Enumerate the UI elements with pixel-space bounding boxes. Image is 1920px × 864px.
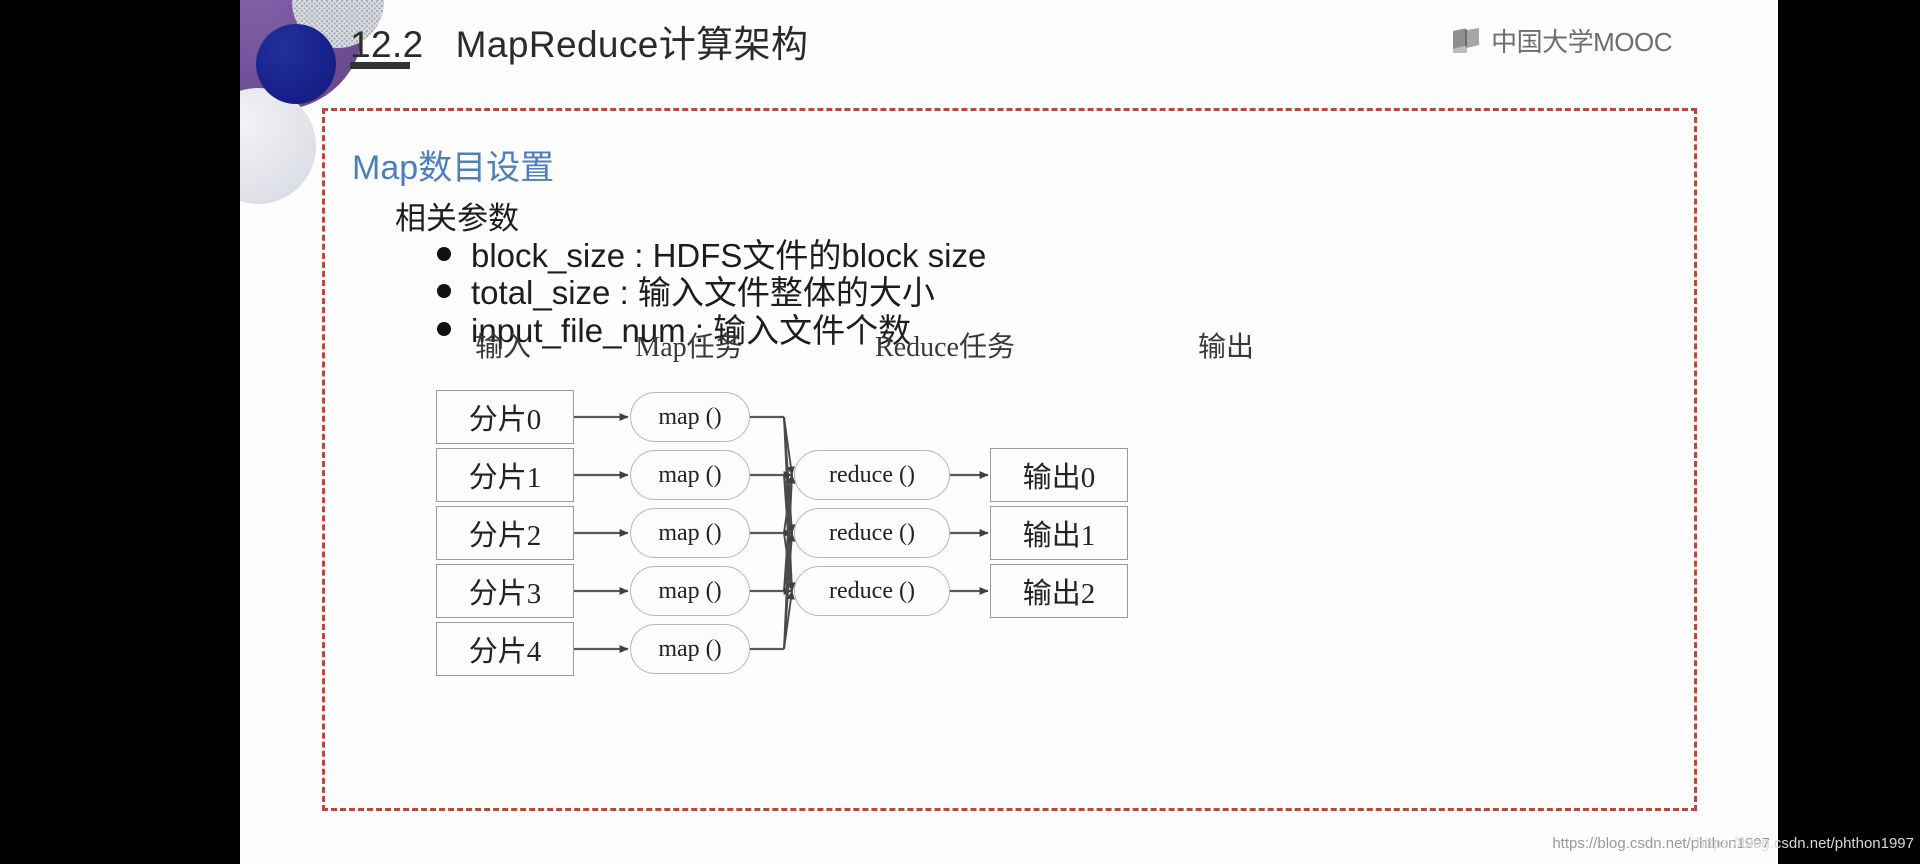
bullet-dot-icon	[437, 247, 451, 261]
page-title-number: 12.2	[350, 24, 424, 65]
list-item: total_size : 输入文件整体的大小	[437, 274, 986, 312]
input-node-2[interactable]: 分片2	[436, 506, 574, 560]
column-header-map: Map任务	[635, 332, 743, 363]
map-node-3[interactable]: map ()	[630, 566, 750, 616]
map-node-2[interactable]: map ()	[630, 508, 750, 558]
page-title-underline	[350, 62, 410, 69]
decorative-circle-navy	[256, 24, 336, 104]
page-title-text: MapReduce计算架构	[455, 24, 809, 65]
diagram-connectors	[574, 413, 989, 653]
input-node-4[interactable]: 分片4	[436, 622, 574, 676]
bullet-text: block_size : HDFS文件的block size	[471, 237, 987, 274]
reduce-node-1[interactable]: reduce ()	[794, 508, 950, 558]
bullet-text: total_size : 输入文件整体的大小	[471, 274, 935, 312]
letterbox-right	[1778, 0, 1920, 864]
list-item: block_size : HDFS文件的block size	[437, 238, 986, 273]
mapreduce-dataflow-diagram: 输入 Map任务 Reduce任务 输出 分片0 分片1 分片2 分片3 分片4…	[432, 325, 1442, 793]
column-header-output: 输出	[1197, 332, 1255, 363]
mooc-logo-text: 中国大学MOOC	[1491, 27, 1672, 57]
input-node-0[interactable]: 分片0	[436, 390, 574, 444]
slide-canvas: 12.2 MapReduce计算架构 中国大学MOOC Map数目设置 相关参数…	[240, 0, 1778, 864]
page-title: 12.2 MapReduce计算架构	[350, 14, 808, 68]
map-node-4[interactable]: map ()	[630, 624, 750, 674]
watermark-url-overlay: https://blog.csdn.net/phthon1997	[1696, 835, 1914, 852]
book-icon	[1453, 27, 1480, 53]
sub-heading: 相关参数	[395, 201, 519, 236]
map-node-1[interactable]: map ()	[630, 450, 750, 500]
section-heading: Map数目设置	[352, 149, 555, 187]
letterbox-left	[0, 0, 240, 864]
input-node-1[interactable]: 分片1	[436, 448, 574, 502]
output-node-1[interactable]: 输出1	[990, 506, 1128, 560]
column-header-input: 输入	[474, 332, 532, 363]
input-node-3[interactable]: 分片3	[436, 564, 574, 618]
output-node-0[interactable]: 输出0	[990, 448, 1128, 502]
mooc-logo: 中国大学MOOC	[1452, 22, 1672, 59]
reduce-node-0[interactable]: reduce ()	[794, 450, 950, 500]
output-node-2[interactable]: 输出2	[990, 564, 1128, 618]
map-node-0[interactable]: map ()	[630, 392, 750, 442]
reduce-node-2[interactable]: reduce ()	[794, 566, 950, 616]
bullet-dot-icon	[437, 284, 451, 299]
column-header-reduce: Reduce任务	[875, 332, 1015, 363]
screenshot-stage: 12.2 MapReduce计算架构 中国大学MOOC Map数目设置 相关参数…	[0, 0, 1920, 864]
